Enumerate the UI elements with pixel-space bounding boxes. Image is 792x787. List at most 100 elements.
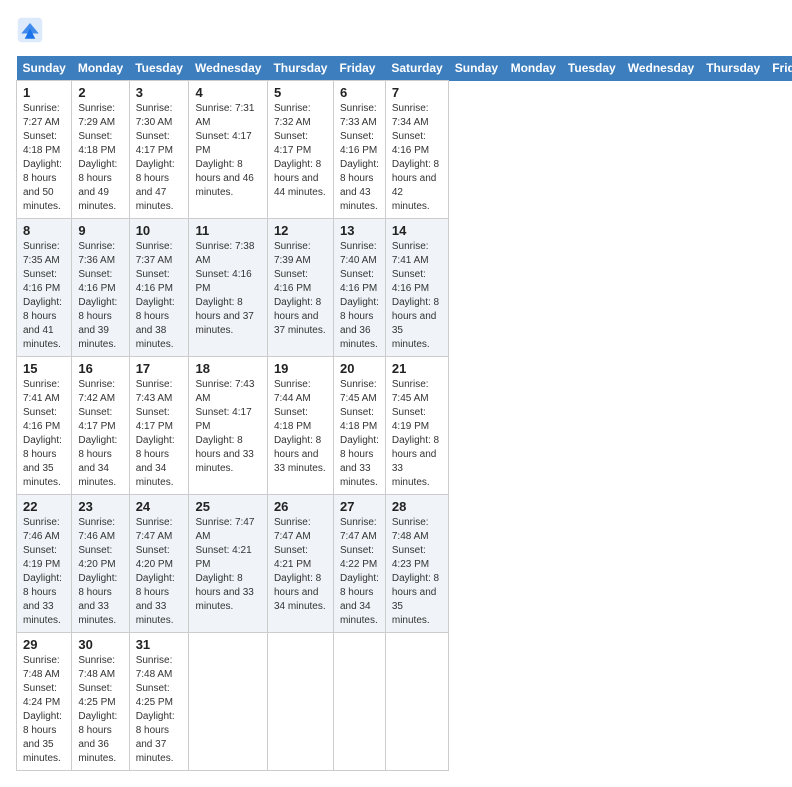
calendar-cell: 6 Sunrise: 7:33 AMSunset: 4:16 PMDaylight…: [333, 81, 385, 219]
calendar-cell: 30 Sunrise: 7:48 AMSunset: 4:25 PMDayligh…: [72, 633, 129, 771]
day-info: Sunrise: 7:42 AMSunset: 4:17 PMDaylight:…: [78, 378, 122, 490]
day-info: Sunrise: 7:46 AMSunset: 4:20 PMDaylight:…: [78, 516, 122, 628]
calendar-cell: [333, 633, 385, 771]
day-info: Sunrise: 7:48 AMSunset: 4:25 PMDaylight:…: [136, 654, 183, 766]
calendar-cell: 18 Sunrise: 7:43 AMSunset: 4:17 PMDayligh…: [189, 357, 267, 495]
logo-icon: [16, 16, 44, 44]
day-number: 13: [340, 223, 379, 238]
day-number: 24: [136, 499, 183, 514]
day-info: Sunrise: 7:48 AMSunset: 4:24 PMDaylight:…: [23, 654, 65, 766]
day-info: Sunrise: 7:45 AMSunset: 4:18 PMDaylight:…: [340, 378, 379, 490]
weekday-header-monday: Monday: [72, 56, 129, 81]
calendar-cell: 12 Sunrise: 7:39 AMSunset: 4:16 PMDayligh…: [267, 219, 333, 357]
day-info: Sunrise: 7:41 AMSunset: 4:16 PMDaylight:…: [392, 240, 442, 352]
day-number: 3: [136, 85, 183, 100]
day-info: Sunrise: 7:41 AMSunset: 4:16 PMDaylight:…: [23, 378, 65, 490]
day-number: 10: [136, 223, 183, 238]
day-number: 9: [78, 223, 122, 238]
day-info: Sunrise: 7:38 AMSunset: 4:16 PMDaylight:…: [195, 240, 260, 338]
day-info: Sunrise: 7:46 AMSunset: 4:19 PMDaylight:…: [23, 516, 65, 628]
day-number: 5: [274, 85, 327, 100]
calendar-cell: 19 Sunrise: 7:44 AMSunset: 4:18 PMDayligh…: [267, 357, 333, 495]
day-info: Sunrise: 7:27 AMSunset: 4:18 PMDaylight:…: [23, 102, 65, 214]
day-info: Sunrise: 7:45 AMSunset: 4:19 PMDaylight:…: [392, 378, 442, 490]
day-number: 14: [392, 223, 442, 238]
weekday-header-friday: Friday: [766, 56, 792, 81]
day-number: 22: [23, 499, 65, 514]
day-info: Sunrise: 7:30 AMSunset: 4:17 PMDaylight:…: [136, 102, 183, 214]
calendar-cell: 1 Sunrise: 7:27 AMSunset: 4:18 PMDaylight…: [17, 81, 72, 219]
day-number: 29: [23, 637, 65, 652]
calendar-week-row: 29 Sunrise: 7:48 AMSunset: 4:24 PMDayligh…: [17, 633, 792, 771]
calendar-cell: 16 Sunrise: 7:42 AMSunset: 4:17 PMDayligh…: [72, 357, 129, 495]
weekday-header-saturday: Saturday: [385, 56, 448, 81]
day-number: 20: [340, 361, 379, 376]
calendar-cell: [385, 633, 448, 771]
calendar-cell: 20 Sunrise: 7:45 AMSunset: 4:18 PMDayligh…: [333, 357, 385, 495]
day-info: Sunrise: 7:33 AMSunset: 4:16 PMDaylight:…: [340, 102, 379, 214]
day-number: 17: [136, 361, 183, 376]
calendar-cell: 2 Sunrise: 7:29 AMSunset: 4:18 PMDaylight…: [72, 81, 129, 219]
day-number: 28: [392, 499, 442, 514]
day-number: 11: [195, 223, 260, 238]
day-info: Sunrise: 7:31 AMSunset: 4:17 PMDaylight:…: [195, 102, 260, 200]
calendar-cell: 4 Sunrise: 7:31 AMSunset: 4:17 PMDaylight…: [189, 81, 267, 219]
day-number: 30: [78, 637, 122, 652]
day-info: Sunrise: 7:47 AMSunset: 4:20 PMDaylight:…: [136, 516, 183, 628]
day-info: Sunrise: 7:34 AMSunset: 4:16 PMDaylight:…: [392, 102, 442, 214]
calendar-cell: 5 Sunrise: 7:32 AMSunset: 4:17 PMDaylight…: [267, 81, 333, 219]
calendar-cell: [189, 633, 267, 771]
day-number: 12: [274, 223, 327, 238]
day-info: Sunrise: 7:37 AMSunset: 4:16 PMDaylight:…: [136, 240, 183, 352]
calendar-week-row: 1 Sunrise: 7:27 AMSunset: 4:18 PMDaylight…: [17, 81, 792, 219]
weekday-header-sunday: Sunday: [17, 56, 72, 81]
day-number: 19: [274, 361, 327, 376]
page-header: [16, 16, 776, 44]
calendar-week-row: 15 Sunrise: 7:41 AMSunset: 4:16 PMDayligh…: [17, 357, 792, 495]
calendar-week-row: 8 Sunrise: 7:35 AMSunset: 4:16 PMDaylight…: [17, 219, 792, 357]
day-info: Sunrise: 7:39 AMSunset: 4:16 PMDaylight:…: [274, 240, 327, 338]
day-number: 26: [274, 499, 327, 514]
weekday-header-thursday: Thursday: [700, 56, 766, 81]
weekday-header-monday: Monday: [505, 56, 562, 81]
day-info: Sunrise: 7:40 AMSunset: 4:16 PMDaylight:…: [340, 240, 379, 352]
day-number: 7: [392, 85, 442, 100]
weekday-header-friday: Friday: [333, 56, 385, 81]
day-info: Sunrise: 7:47 AMSunset: 4:21 PMDaylight:…: [274, 516, 327, 614]
day-number: 6: [340, 85, 379, 100]
day-number: 16: [78, 361, 122, 376]
weekday-header-tuesday: Tuesday: [129, 56, 189, 81]
calendar-cell: 29 Sunrise: 7:48 AMSunset: 4:24 PMDayligh…: [17, 633, 72, 771]
day-number: 2: [78, 85, 122, 100]
calendar-cell: 10 Sunrise: 7:37 AMSunset: 4:16 PMDayligh…: [129, 219, 189, 357]
calendar-cell: 21 Sunrise: 7:45 AMSunset: 4:19 PMDayligh…: [385, 357, 448, 495]
calendar-cell: 11 Sunrise: 7:38 AMSunset: 4:16 PMDayligh…: [189, 219, 267, 357]
calendar-cell: 14 Sunrise: 7:41 AMSunset: 4:16 PMDayligh…: [385, 219, 448, 357]
weekday-header-wednesday: Wednesday: [189, 56, 267, 81]
day-number: 15: [23, 361, 65, 376]
calendar-cell: 7 Sunrise: 7:34 AMSunset: 4:16 PMDaylight…: [385, 81, 448, 219]
day-info: Sunrise: 7:44 AMSunset: 4:18 PMDaylight:…: [274, 378, 327, 476]
day-number: 18: [195, 361, 260, 376]
day-number: 21: [392, 361, 442, 376]
day-number: 31: [136, 637, 183, 652]
calendar-cell: 9 Sunrise: 7:36 AMSunset: 4:16 PMDaylight…: [72, 219, 129, 357]
day-info: Sunrise: 7:36 AMSunset: 4:16 PMDaylight:…: [78, 240, 122, 352]
weekday-header-thursday: Thursday: [267, 56, 333, 81]
calendar-cell: 31 Sunrise: 7:48 AMSunset: 4:25 PMDayligh…: [129, 633, 189, 771]
calendar-cell: 17Sunrise: 7:43 AMSunset: 4:17 PMDayligh…: [129, 357, 189, 495]
weekday-header-tuesday: Tuesday: [562, 56, 622, 81]
calendar-table: SundayMondayTuesdayWednesdayThursdayFrid…: [16, 56, 792, 771]
day-info: Sunrise: 7:29 AMSunset: 4:18 PMDaylight:…: [78, 102, 122, 214]
day-number: 23: [78, 499, 122, 514]
day-info: Sunrise: 7:43 AMSunset: 4:17 PMDaylight:…: [195, 378, 260, 476]
day-info: Sunrise: 7:32 AMSunset: 4:17 PMDaylight:…: [274, 102, 327, 200]
day-number: 4: [195, 85, 260, 100]
day-number: 25: [195, 499, 260, 514]
day-info: Sunrise: 7:35 AMSunset: 4:16 PMDaylight:…: [23, 240, 65, 352]
day-number: 1: [23, 85, 65, 100]
day-number: 8: [23, 223, 65, 238]
day-number: 27: [340, 499, 379, 514]
weekday-header-sunday: Sunday: [449, 56, 505, 81]
day-info: Sunrise: 7:48 AMSunset: 4:25 PMDaylight:…: [78, 654, 122, 766]
